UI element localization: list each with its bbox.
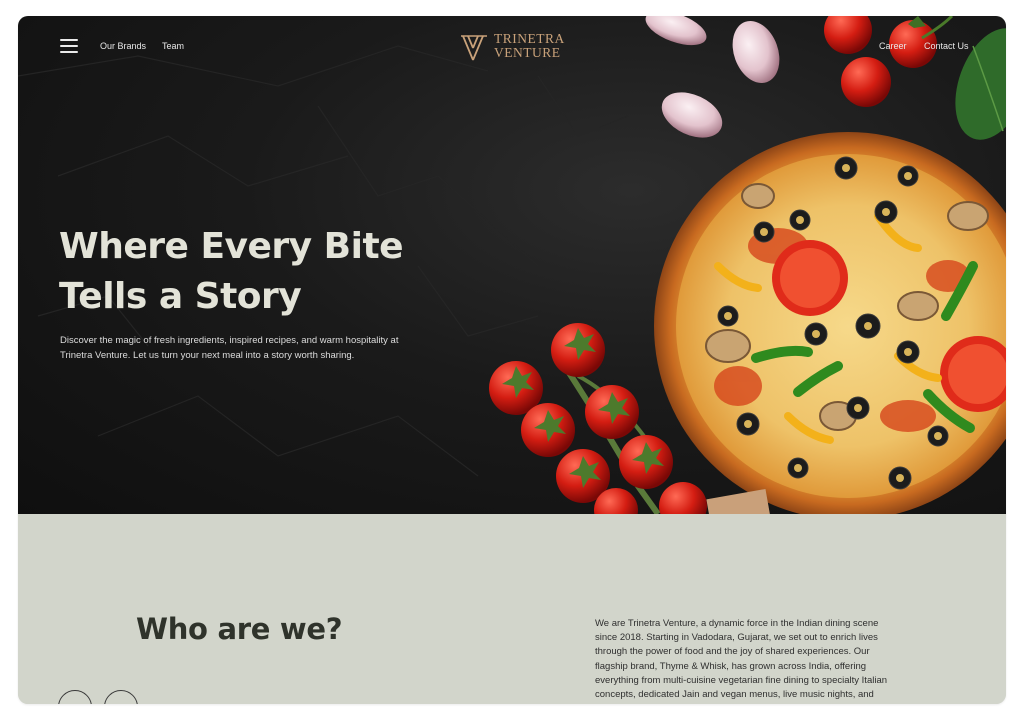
hero-headline-line-2: Tells a Story	[59, 276, 302, 317]
carousel-next-button[interactable]	[104, 690, 138, 704]
top-navigation: Our Brands Team TRINETRA VENTURE Career …	[18, 16, 1006, 76]
hero-headline-line-1: Where Every Bite	[59, 226, 404, 267]
about-title: Who are we?	[136, 612, 343, 646]
carousel-prev-button[interactable]	[58, 690, 92, 704]
hamburger-menu-icon[interactable]	[60, 39, 78, 53]
logo-line-1: TRINETRA	[494, 31, 565, 46]
hero-headline: Where Every Bite Tells a Story	[59, 222, 479, 322]
hero-tagline: Discover the magic of fresh ingredients,…	[60, 335, 399, 361]
about-section: Who are we? We are Trinetra Venture, a d…	[18, 514, 1006, 704]
hero-section: Our Brands Team TRINETRA VENTURE Career …	[18, 16, 1006, 514]
nav-link-our-brands[interactable]: Our Brands	[100, 41, 146, 51]
logo-line-2: VENTURE	[494, 45, 561, 60]
nav-link-contact-us[interactable]: Contact Us	[924, 41, 969, 51]
page-frame: Our Brands Team TRINETRA VENTURE Career …	[18, 16, 1006, 704]
nav-link-team[interactable]: Team	[162, 41, 184, 51]
trinetra-logo[interactable]: TRINETRA VENTURE	[461, 32, 571, 62]
logo-text: TRINETRA VENTURE	[494, 32, 565, 60]
nav-link-career[interactable]: Career	[879, 41, 907, 51]
about-text: We are Trinetra Venture, a dynamic force…	[595, 618, 888, 701]
trinetra-logo-mark	[461, 35, 487, 61]
